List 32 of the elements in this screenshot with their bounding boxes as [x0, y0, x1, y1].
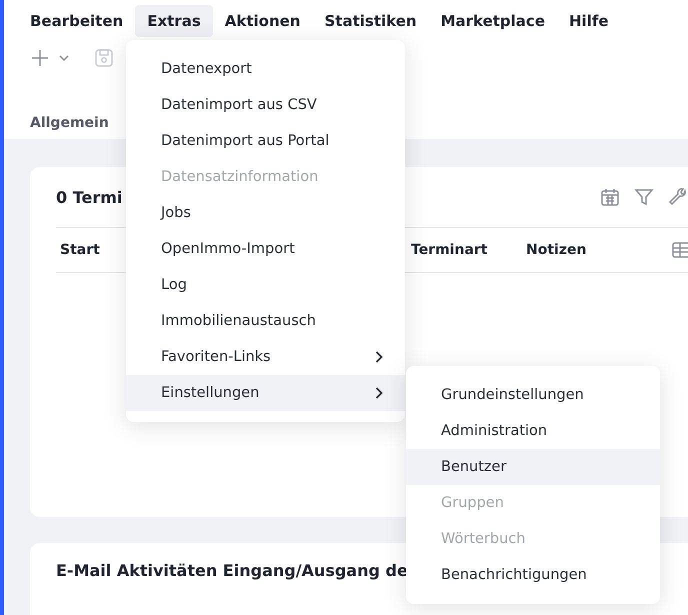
menubar-item[interactable]: Bearbeiten: [18, 5, 136, 37]
column-header: Start: [60, 242, 100, 258]
menu-item[interactable]: Jobs: [126, 195, 405, 231]
plus-icon[interactable]: [30, 48, 50, 68]
menubar-item[interactable]: Marketplace: [428, 5, 557, 37]
menu-item[interactable]: Favoriten-Links: [126, 339, 405, 375]
menu-item[interactable]: Benachrichtigungen: [406, 557, 660, 593]
menu-item[interactable]: Log: [126, 267, 405, 303]
menu-item[interactable]: OpenImmo-Import: [126, 231, 405, 267]
menu-item[interactable]: Datenimport aus Portal: [126, 123, 405, 159]
menu-item[interactable]: Grundeinstellungen: [406, 377, 660, 413]
column-header: Notizen: [526, 242, 586, 258]
menubar-item[interactable]: Hilfe: [557, 5, 621, 37]
menu-item[interactable]: Einstellungen: [126, 375, 405, 411]
menu-item[interactable]: Datenexport: [126, 51, 405, 87]
card-title: E-Mail Aktivitäten Eingang/Ausgang de: [56, 561, 408, 580]
menu-item[interactable]: Benutzer: [406, 449, 660, 485]
menubar-item[interactable]: Extras: [135, 5, 213, 37]
menu-item[interactable]: Datenimport aus CSV: [126, 87, 405, 123]
menu-item[interactable]: Immobilienaustausch: [126, 303, 405, 339]
caret-icon[interactable]: [58, 53, 70, 63]
menubar-item[interactable]: Aktionen: [212, 5, 312, 37]
card-title: 0 Termi: [56, 188, 122, 206]
save-icon[interactable]: [94, 48, 114, 68]
menubar-item[interactable]: Statistiken: [312, 5, 429, 37]
filter-icon[interactable]: [634, 187, 654, 207]
tab[interactable]: Allgemein: [30, 115, 109, 131]
menu-item[interactable]: Administration: [406, 413, 660, 449]
table-icon[interactable]: [672, 240, 688, 260]
column-header: Terminart: [411, 242, 488, 258]
wrench-icon[interactable]: [668, 187, 688, 207]
calendar-icon[interactable]: [600, 187, 620, 207]
